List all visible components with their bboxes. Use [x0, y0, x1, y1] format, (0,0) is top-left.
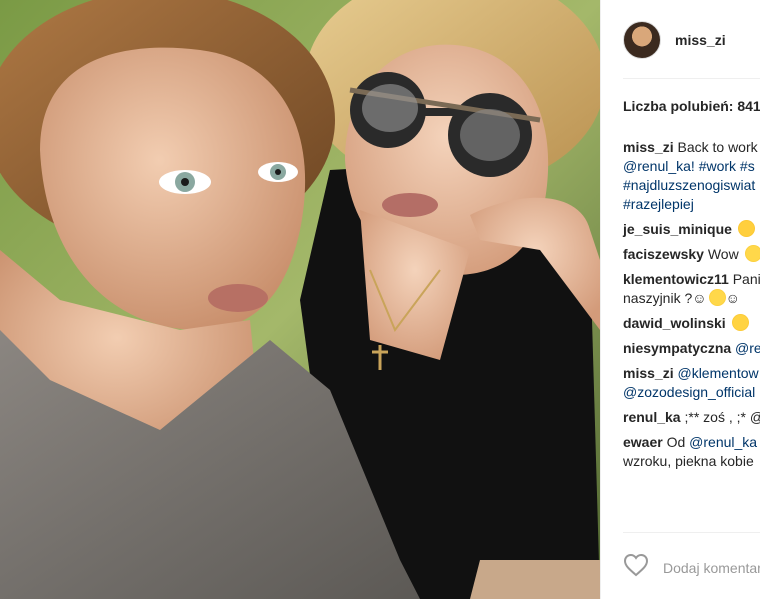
- comment-tags[interactable]: #najdluzszenogiswiat: [623, 177, 755, 193]
- comment-username[interactable]: miss_zi: [623, 365, 674, 381]
- comment-text: naszyjnik ?☺: [623, 290, 707, 306]
- likes-count[interactable]: Liczba polubień: 841: [623, 98, 760, 114]
- comment-mention[interactable]: @re: [731, 340, 760, 356]
- comment-line: renul_ka ;** zoś , ;* @: [623, 408, 760, 427]
- comment-text: Back to work: [673, 139, 758, 155]
- comment-line: ewaer Od @renul_ka: [623, 433, 760, 452]
- blush-emoji-icon: [708, 289, 726, 306]
- comment-line: je_suis_minique: [623, 220, 760, 239]
- comment-username[interactable]: je_suis_minique: [623, 221, 732, 237]
- post-username[interactable]: miss_zi: [675, 32, 726, 48]
- comment-username[interactable]: dawid_wolinski: [623, 315, 726, 331]
- selfie-photo-illustration: [0, 0, 600, 599]
- comment-line: miss_zi Back to work: [623, 138, 760, 157]
- comment-line: niesympatyczna @re: [623, 339, 760, 358]
- comment-line: #razejlepiej: [623, 195, 760, 214]
- post-sidebar: miss_zi Liczba polubień: 841 miss_zi Bac…: [600, 0, 760, 599]
- comment-username[interactable]: ewaer: [623, 434, 663, 450]
- comment-tags[interactable]: #razejlepiej: [623, 196, 694, 212]
- comment-text: Od: [662, 434, 690, 450]
- heart-outline-icon[interactable]: [623, 553, 649, 582]
- post-photo[interactable]: [0, 0, 600, 599]
- header-divider: [623, 78, 760, 79]
- post-actions: Dodaj komentarz...: [623, 553, 760, 582]
- comment-line: naszyjnik ?☺ ☺: [623, 289, 760, 308]
- comment-username[interactable]: miss_zi: [623, 139, 674, 155]
- comment-mention[interactable]: @renul_ka: [689, 434, 757, 450]
- comment-username[interactable]: faciszewsky: [623, 246, 704, 262]
- comment-line: #najdluzszenogiswiat: [623, 176, 760, 195]
- footer-divider: [623, 532, 760, 533]
- comment-line: klementowicz11 Pani: [623, 270, 760, 289]
- comment-username[interactable]: niesympatyczna: [623, 340, 731, 356]
- comment-line: dawid_wolinski: [623, 314, 760, 333]
- comment-mention[interactable]: @klementow: [674, 365, 758, 381]
- comment-text: Wow: [703, 246, 743, 262]
- profile-avatar[interactable]: [623, 21, 661, 59]
- post-header: miss_zi: [623, 20, 726, 60]
- comment-text: ;** zoś , ;* @: [680, 409, 760, 425]
- heart-eyes-emoji-icon: [737, 220, 755, 237]
- comment-text: [726, 315, 730, 331]
- comment-mention[interactable]: @zozodesign_official: [623, 384, 755, 400]
- comment-text: wzroku, piekna kobie: [623, 453, 754, 469]
- comment-line: @zozodesign_official: [623, 383, 760, 402]
- comment-text: Pani: [728, 271, 760, 287]
- comment-line: wzroku, piekna kobie: [623, 452, 760, 471]
- astonished-emoji-icon: [744, 245, 760, 262]
- kiss-emoji-icon: [731, 314, 749, 331]
- comment-text: [732, 221, 736, 237]
- comment-username[interactable]: renul_ka: [623, 409, 681, 425]
- comment-line: miss_zi @klementow: [623, 364, 760, 383]
- comment-username[interactable]: klementowicz11: [623, 271, 729, 287]
- comment-tags[interactable]: @renul_ka! #work #s: [623, 158, 755, 174]
- comment-text: ☺: [725, 290, 740, 306]
- comment-line: @renul_ka! #work #s: [623, 157, 760, 176]
- comment-line: faciszewsky Wow: [623, 245, 760, 264]
- comments-list: miss_zi Back to work @renul_ka! #work #s…: [623, 138, 760, 477]
- add-comment-input[interactable]: Dodaj komentarz...: [663, 560, 760, 576]
